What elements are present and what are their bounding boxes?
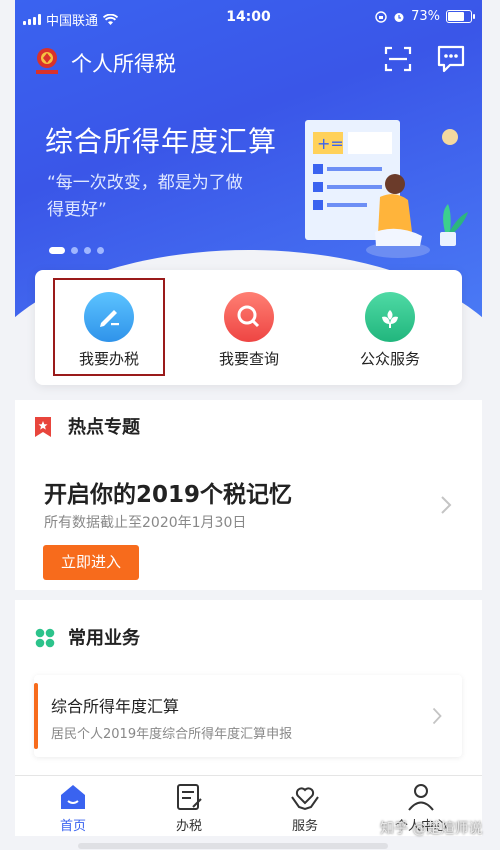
tax-emblem-logo xyxy=(36,48,58,74)
watermark-text: 知乎 @楚煊师说 xyxy=(380,821,483,837)
business-item-annual-settlement[interactable]: 综合所得年度汇算 居民个人2019年度综合所得年度汇算申报 xyxy=(34,675,462,757)
quick-action-label: 我要查询 xyxy=(218,350,279,368)
quick-action-query[interactable]: 我要查询 xyxy=(179,270,319,385)
chevron-right-icon xyxy=(432,707,442,725)
quick-action-label: 公众服务 xyxy=(359,350,420,368)
flower-icon xyxy=(365,292,415,342)
battery-icon xyxy=(446,10,475,23)
carousel-indicator xyxy=(49,247,104,254)
form-icon xyxy=(177,784,202,810)
status-bar: 中国联通 14:00 73% xyxy=(15,0,482,34)
hot-topic-headline[interactable]: 开启你的2019个税记忆 xyxy=(44,475,292,509)
common-business-section: 常用业务 综合所得年度汇算 居民个人2019年度综合所得年度汇算申报 xyxy=(15,600,482,775)
banner-title[interactable]: 综合所得年度汇算 xyxy=(45,120,277,160)
tab-label: 首页 xyxy=(59,819,86,834)
rotation-lock-icon xyxy=(375,10,387,23)
business-item-title: 综合所得年度汇算 xyxy=(51,697,180,716)
tab-tax[interactable]: 办税 xyxy=(131,776,247,836)
home-icon xyxy=(61,785,85,809)
tab-label: 服务 xyxy=(291,819,318,834)
chevron-right-icon[interactable] xyxy=(440,495,452,515)
person-icon xyxy=(408,784,434,811)
home-indicator xyxy=(78,843,388,849)
section-title: 热点专题 xyxy=(68,417,140,438)
hot-topics-section: 热点专题 开启你的2019个税记忆 所有数据截止至2020年1月30日 立即进入 xyxy=(15,400,482,590)
grid-icon xyxy=(35,628,55,648)
business-item-subtitle: 居民个人2019年度综合所得年度汇算申报 xyxy=(51,727,293,742)
section-title: 常用业务 xyxy=(68,628,140,649)
hot-topic-subtitle: 所有数据截止至2020年1月30日 xyxy=(44,515,247,531)
battery-percent: 73% xyxy=(411,9,440,24)
app-title: 个人所得税 xyxy=(71,52,176,76)
tab-label: 办税 xyxy=(175,819,202,834)
bookmark-star-icon xyxy=(35,417,51,437)
tab-home[interactable]: 首页 xyxy=(15,776,131,836)
quick-action-public-service[interactable]: 公众服务 xyxy=(320,270,460,385)
alarm-icon xyxy=(394,12,404,22)
app-bar: 个人所得税 xyxy=(15,42,482,82)
app-screen: 中国联通 14:00 73% 个人所得税 综合所得年度汇算 “每一次改变，都是为… xyxy=(15,0,482,850)
quick-actions-card: 我要办税 我要查询 公众服务 xyxy=(35,270,462,385)
banner-illustration: += xyxy=(305,120,468,258)
tab-service[interactable]: 服务 xyxy=(247,776,363,836)
banner-subtitle: “每一次改变，都是为了做得更好” xyxy=(47,173,243,220)
svg-text:+=: += xyxy=(317,134,344,153)
enter-now-button[interactable]: 立即进入 xyxy=(43,545,139,580)
heart-hands-icon xyxy=(291,787,319,811)
scan-icon[interactable] xyxy=(383,44,413,74)
magnifier-icon xyxy=(224,292,274,342)
highlight-box xyxy=(53,278,165,376)
message-icon[interactable] xyxy=(435,44,467,74)
